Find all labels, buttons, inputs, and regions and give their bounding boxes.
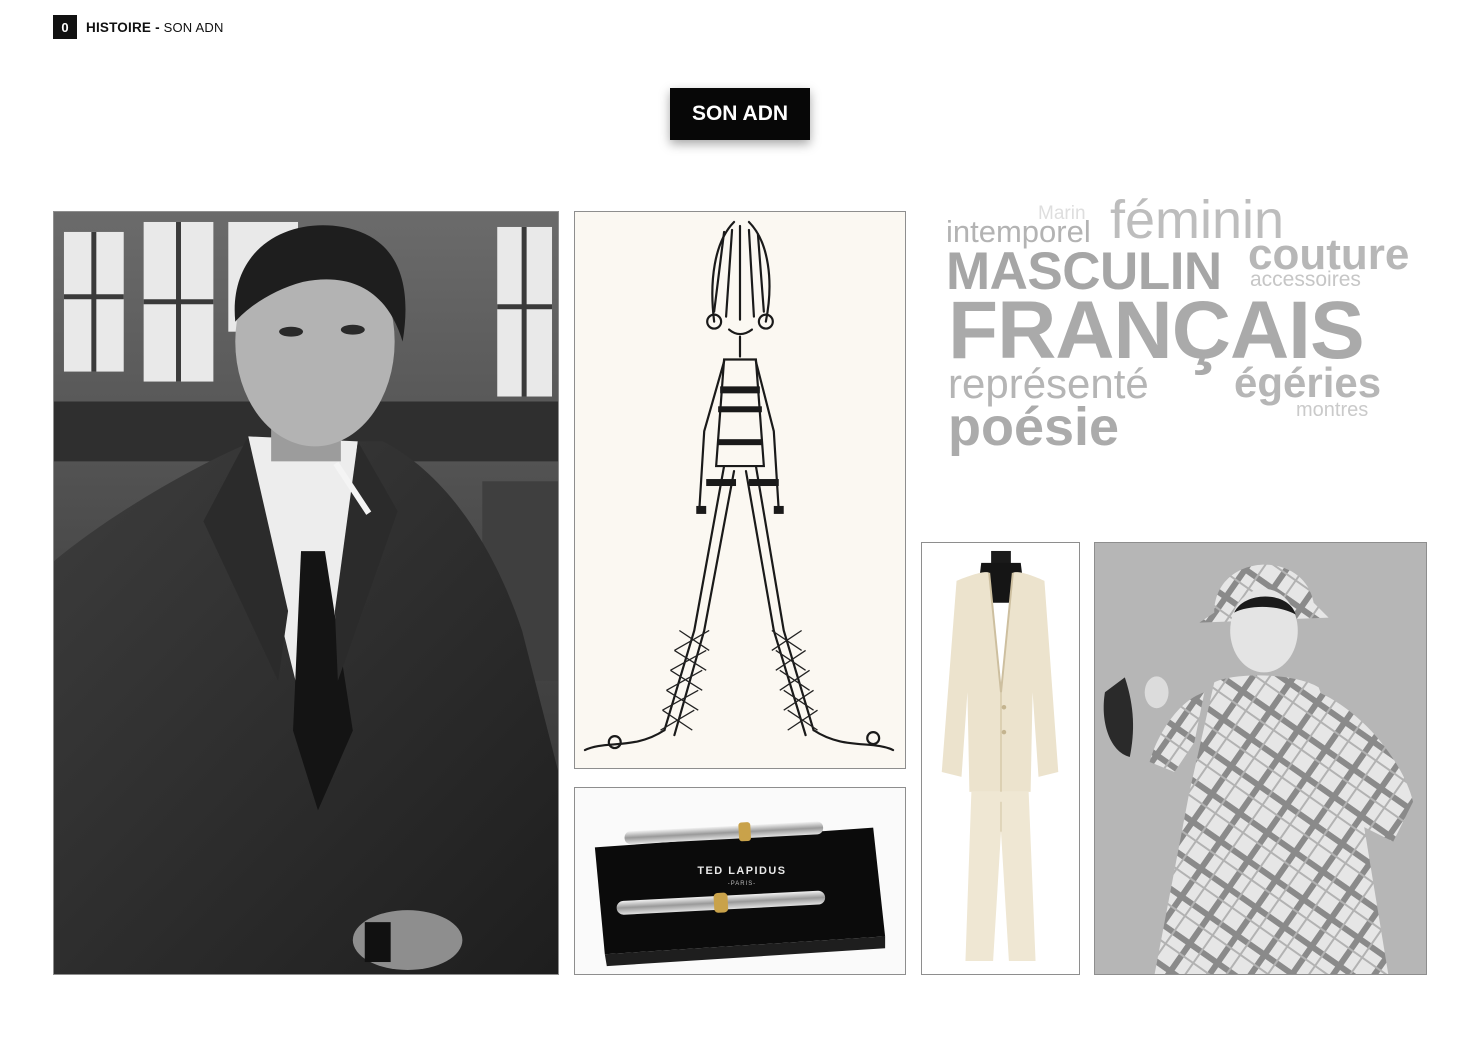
breadcrumb-section: HISTOIRE <box>86 19 152 35</box>
word-cloud: Marin féminin intemporel MASCULIN coutur… <box>930 190 1450 480</box>
breadcrumb-page: SON ADN <box>163 19 224 35</box>
photo-woman-plaid-dress <box>1094 542 1427 975</box>
word-egeries: égéries <box>1234 359 1382 406</box>
word-montres: montres <box>1296 399 1369 421</box>
pens-gift-box-photo: TED LAPIDUS -PARIS- <box>574 787 906 975</box>
photo-man-in-suit <box>53 211 559 975</box>
section-number-badge: 0 <box>53 15 77 39</box>
breadcrumb-separator: - <box>155 19 160 35</box>
cream-suit-photo <box>921 542 1080 975</box>
page-title: SON ADN <box>670 88 810 140</box>
pens-box-city: -PARIS- <box>728 881 756 887</box>
pens-box-brand: TED LAPIDUS <box>697 865 786 877</box>
word-poesie: poésie <box>948 397 1120 457</box>
fashion-sketch-illustration <box>574 211 906 769</box>
breadcrumb: 0 HISTOIRE - SON ADN <box>53 15 224 39</box>
